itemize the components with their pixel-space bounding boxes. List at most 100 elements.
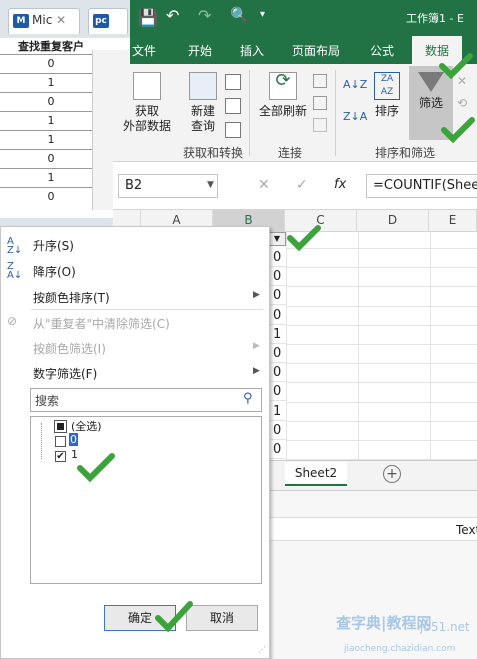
name-box[interactable]: B2 ▼: [118, 174, 218, 198]
name-box-value: B2: [125, 178, 143, 193]
cell-b[interactable]: 0: [270, 344, 286, 363]
submenu-arrow-icon: ▶: [253, 366, 260, 376]
recent-sources-icon[interactable]: [225, 122, 241, 138]
undo-icon[interactable]: ↶: [166, 6, 179, 25]
refresh-icon: ⟳: [269, 72, 297, 100]
customize-qat-icon[interactable]: ▾: [260, 9, 265, 20]
menu-separator: [31, 309, 263, 310]
gridline: [286, 344, 477, 345]
doc-table-cell: 0: [0, 187, 102, 206]
sort-az-icon[interactable]: A↓Z: [343, 78, 367, 91]
insert-function-icon[interactable]: fx: [334, 177, 346, 192]
add-sheet-icon[interactable]: +: [383, 465, 401, 483]
close-icon[interactable]: ✕: [56, 13, 66, 27]
tab-page-layout[interactable]: 页面布局: [292, 42, 340, 59]
database-icon: [133, 72, 161, 100]
doc-table-cell: 0: [0, 92, 102, 111]
cell-b[interactable]: 0: [270, 421, 286, 440]
sort-descending-icon: Z A↓: [7, 261, 23, 281]
ribbon-data: 获取 外部数据 新建 查询 获取和转换 ⟳ 全部刷新 连接 A↓Z Z↓A ZA AZ…: [113, 64, 477, 162]
from-table-icon[interactable]: [225, 98, 241, 114]
clear-filter-menu-icon: ⊘: [7, 314, 18, 328]
checkmark-icon: [287, 225, 321, 252]
number-filters-item[interactable]: 数字筛选(F): [33, 365, 97, 382]
column-header-d[interactable]: D: [357, 210, 429, 232]
gridline: [286, 324, 477, 326]
cell-b[interactable]: 0: [270, 267, 286, 287]
filter-search-input[interactable]: 搜索 ⚲: [30, 388, 262, 412]
background-tab-2[interactable]: pc: [88, 8, 128, 34]
select-all-label: (全选): [71, 420, 102, 433]
doc-table-cell: 1: [0, 168, 102, 187]
submenu-arrow-icon: ▶: [253, 290, 260, 300]
search-icon: ⚲: [243, 391, 253, 406]
enter-icon[interactable]: ✓: [296, 177, 308, 193]
connections-icon[interactable]: [313, 74, 327, 88]
new-query-label: 新建 查询: [190, 104, 215, 133]
cell-b[interactable]: 0: [270, 306, 286, 325]
value-0-checkbox[interactable]: [55, 436, 66, 447]
watermark-text: 查字典|教程网: [336, 614, 432, 632]
print-preview-icon[interactable]: 🔍: [230, 6, 249, 24]
sort-button[interactable]: ZA AZ 排序: [369, 72, 405, 119]
filter-dropdown-button[interactable]: ▼: [268, 232, 286, 246]
tab-file[interactable]: 文件: [132, 42, 156, 59]
edit-links-icon[interactable]: [313, 118, 327, 132]
checkmark-icon: [77, 453, 115, 482]
sort-descending-item[interactable]: 降序(O): [33, 263, 76, 280]
gridline: [286, 305, 477, 307]
clear-filter-item[interactable]: 从"重复者"中清除筛选(C): [33, 315, 170, 332]
background-tab[interactable]: M Mic ✕: [8, 8, 80, 34]
checkmark-icon: [439, 53, 473, 80]
gridline: [286, 267, 477, 269]
save-icon[interactable]: 💾: [138, 8, 158, 27]
watermark-site: jb51.net: [420, 620, 470, 634]
cancel-icon[interactable]: ✕: [258, 177, 270, 193]
redo-icon[interactable]: ↷: [198, 6, 211, 25]
properties-icon[interactable]: [313, 96, 327, 110]
sheet-tab[interactable]: Sheet2: [285, 462, 347, 486]
chevron-down-icon[interactable]: ▼: [207, 180, 214, 190]
column-header-e[interactable]: E: [429, 210, 477, 232]
sort-za-icon[interactable]: Z↓A: [343, 110, 367, 123]
sort-icon: ZA AZ: [374, 72, 400, 100]
cell-b[interactable]: 0: [270, 440, 286, 459]
cell-b[interactable]: 1: [270, 402, 286, 421]
value-1-checkbox[interactable]: ✔: [55, 451, 66, 462]
cell-b[interactable]: 0: [270, 286, 286, 306]
cell-b[interactable]: 0: [270, 382, 286, 402]
select-all-checkbox[interactable]: [54, 420, 67, 433]
doc-table-cell: 0: [0, 149, 102, 168]
doc-table-cell: 1: [0, 111, 102, 130]
gridline: [286, 232, 287, 460]
filter-value-list[interactable]: (全选) 0 ✔ 1: [30, 416, 262, 584]
cell-b[interactable]: 0: [270, 363, 286, 383]
tab-insert[interactable]: 插入: [240, 42, 264, 59]
show-queries-icon[interactable]: [225, 74, 241, 90]
cancel-button[interactable]: 取消: [186, 605, 258, 631]
checkmark-icon: [155, 601, 193, 633]
formula-input[interactable]: =COUNTIF(Shee: [366, 174, 477, 198]
tab-formulas[interactable]: 公式: [370, 42, 394, 59]
sort-ascending-item[interactable]: 升序(S): [33, 237, 74, 254]
group-separator: [249, 70, 250, 156]
doc-table-cell: 0: [0, 54, 102, 73]
gridline: [358, 232, 359, 460]
tab-home[interactable]: 开始: [188, 42, 212, 59]
cell-b[interactable]: 0: [270, 248, 286, 267]
worksheet-grid[interactable]: [270, 232, 477, 460]
reapply-icon[interactable]: ⟲: [457, 96, 473, 110]
tree-line: [41, 423, 42, 459]
watermark-url: jiaocheng.chazidian.com: [344, 644, 456, 654]
new-query-button[interactable]: 新建 查询: [181, 72, 225, 134]
filter-by-color-item[interactable]: 按颜色筛选(I): [33, 340, 106, 357]
cell-b[interactable]: 1: [270, 325, 286, 344]
gridline: [430, 232, 431, 460]
gridline: [286, 401, 477, 403]
resize-grip-icon[interactable]: ⋰: [258, 645, 266, 654]
doc-table-cell: 1: [0, 130, 102, 149]
sort-by-color-item[interactable]: 按颜色排序(T): [33, 289, 110, 306]
refresh-all-button[interactable]: ⟳ 全部刷新: [253, 72, 313, 119]
get-external-data-button[interactable]: 获取 外部数据: [115, 72, 179, 134]
search-placeholder: 搜索: [35, 394, 60, 408]
